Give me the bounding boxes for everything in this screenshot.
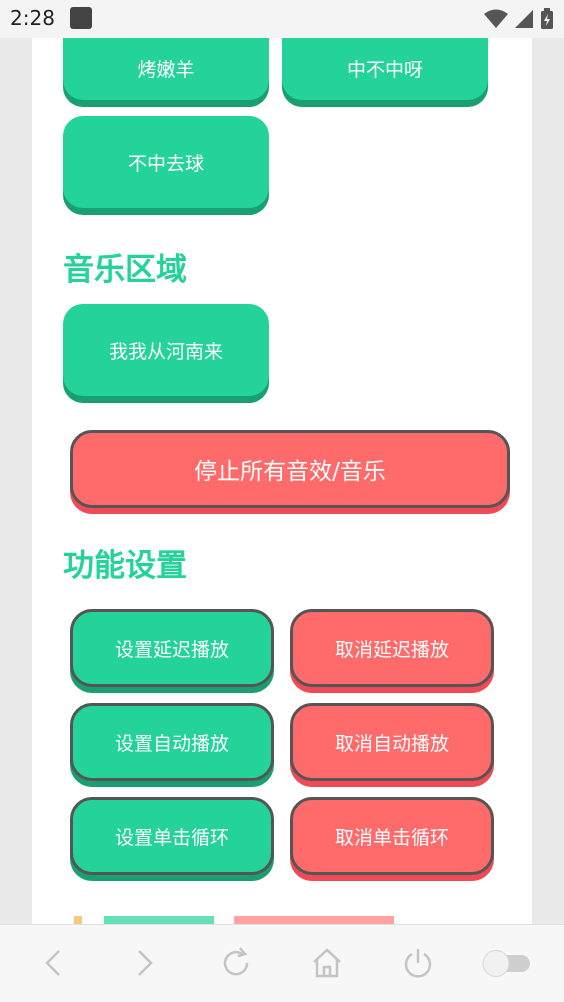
button-label: 设置自动播放 xyxy=(114,732,229,755)
status-bar: 2:28 xyxy=(0,0,564,38)
button-label: 不中去球 xyxy=(127,152,204,175)
button-label: 设置单击循环 xyxy=(114,826,229,849)
home-icon xyxy=(313,948,341,978)
music-section-title: 音乐区域 xyxy=(63,252,187,288)
power-icon xyxy=(404,949,432,978)
cancel-click-loop-button[interactable]: 取消单击循环 xyxy=(290,797,494,875)
sound-button-zhongbuzhongya[interactable]: 中不中呀 xyxy=(282,38,488,100)
button-label: 取消单击循环 xyxy=(334,826,449,849)
status-time: 2:28 xyxy=(10,6,55,30)
set-click-loop-button[interactable]: 设置单击循环 xyxy=(70,797,274,875)
browser-nav-bar xyxy=(0,924,564,1002)
status-indicators xyxy=(484,8,554,30)
button-label: 设置延迟播放 xyxy=(114,638,229,661)
button-label: 取消自动播放 xyxy=(334,732,449,755)
page-margin-right xyxy=(532,38,564,924)
set-delay-play-button[interactable]: 设置延迟播放 xyxy=(70,609,274,687)
forward-button[interactable] xyxy=(124,943,164,983)
cut-off-content xyxy=(74,916,532,924)
function-section-title: 功能设置 xyxy=(63,548,187,584)
wifi-icon xyxy=(484,9,508,28)
power-button[interactable] xyxy=(398,943,438,983)
button-label: 我我从河南来 xyxy=(108,340,223,363)
sound-button-kaonenyang[interactable]: 烤嫩羊 xyxy=(63,38,269,100)
battery-icon xyxy=(541,8,553,29)
page-margin-left xyxy=(0,38,32,924)
set-autoplay-button[interactable]: 设置自动播放 xyxy=(70,703,274,781)
cancel-autoplay-button[interactable]: 取消自动播放 xyxy=(290,703,494,781)
button-label: 停止所有音效/音乐 xyxy=(194,459,386,485)
theme-toggle[interactable] xyxy=(478,943,534,983)
refresh-button[interactable] xyxy=(216,943,256,983)
button-label: 中不中呀 xyxy=(346,58,423,81)
home-button[interactable] xyxy=(307,943,347,983)
sound-button-buzhongquqiu[interactable]: 不中去球 xyxy=(63,116,269,208)
button-label: 取消延迟播放 xyxy=(334,638,449,661)
stop-all-button[interactable]: 停止所有音效/音乐 xyxy=(70,430,510,508)
back-icon xyxy=(45,950,60,976)
back-button[interactable] xyxy=(34,943,74,983)
button-label: 烤嫩羊 xyxy=(137,58,195,81)
web-page[interactable]: 烤嫩羊 中不中呀 不中去球 音乐区域 我我从河南来 停止所有音效/音乐 功能设置… xyxy=(32,38,532,924)
forward-icon xyxy=(138,950,153,976)
refresh-icon xyxy=(223,947,249,976)
toggle-switch-icon xyxy=(482,950,530,977)
music-button-wowocongthenanlai[interactable]: 我我从河南来 xyxy=(63,304,269,396)
cancel-delay-play-button[interactable]: 取消延迟播放 xyxy=(290,609,494,687)
notification-app-icon xyxy=(70,7,92,29)
signal-icon xyxy=(515,10,533,28)
